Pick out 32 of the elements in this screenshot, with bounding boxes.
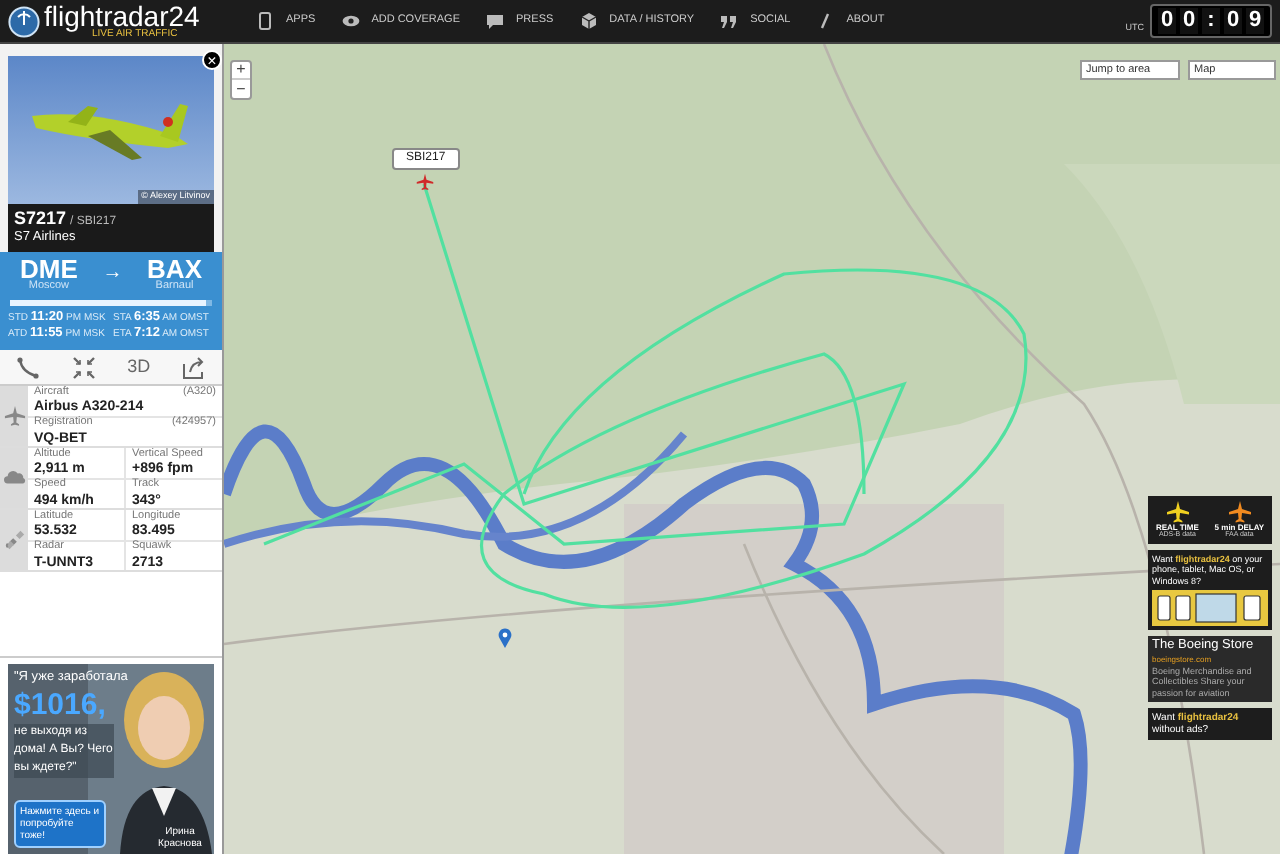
speech-bubble-icon — [486, 12, 505, 30]
close-button[interactable]: × — [202, 50, 222, 70]
ad-amount: $1016, — [14, 689, 108, 719]
3d-view-button[interactable]: 3D — [127, 358, 151, 376]
clock-digit: : — [1202, 8, 1220, 34]
logo-text[interactable]: flightradar24 — [44, 2, 216, 30]
cloud-icon — [3, 466, 25, 490]
share-icon[interactable] — [182, 355, 207, 379]
clock-digit: 9 — [1246, 8, 1264, 34]
aircraft-icon[interactable] — [416, 172, 434, 192]
zoom-out-button[interactable]: − — [232, 80, 250, 98]
box-icon — [579, 12, 598, 30]
route-icon[interactable] — [15, 355, 40, 379]
zoom-in-button[interactable]: + — [232, 62, 250, 80]
slash-icon — [816, 12, 835, 30]
clock-digit: 0 — [1180, 8, 1198, 34]
phone-icon — [256, 12, 274, 30]
route-arrow: → — [102, 264, 123, 285]
radar-logo-icon — [8, 5, 40, 37]
eye-icon — [341, 12, 360, 30]
quote-icon — [720, 12, 739, 30]
destination-code: BAX — [147, 256, 202, 282]
plane-icon — [1227, 500, 1252, 524]
devices-drawing — [1152, 590, 1268, 626]
clock-digit: 0 — [1158, 8, 1176, 34]
plane-icon — [3, 404, 25, 428]
collapse-icon[interactable] — [71, 355, 96, 379]
plane-icon — [1165, 500, 1190, 524]
map-pin-icon[interactable] — [498, 628, 512, 648]
flight-number: S7217 — [14, 210, 67, 229]
origin-code: DME — [20, 256, 78, 282]
clock-digit: 0 — [1224, 8, 1242, 34]
